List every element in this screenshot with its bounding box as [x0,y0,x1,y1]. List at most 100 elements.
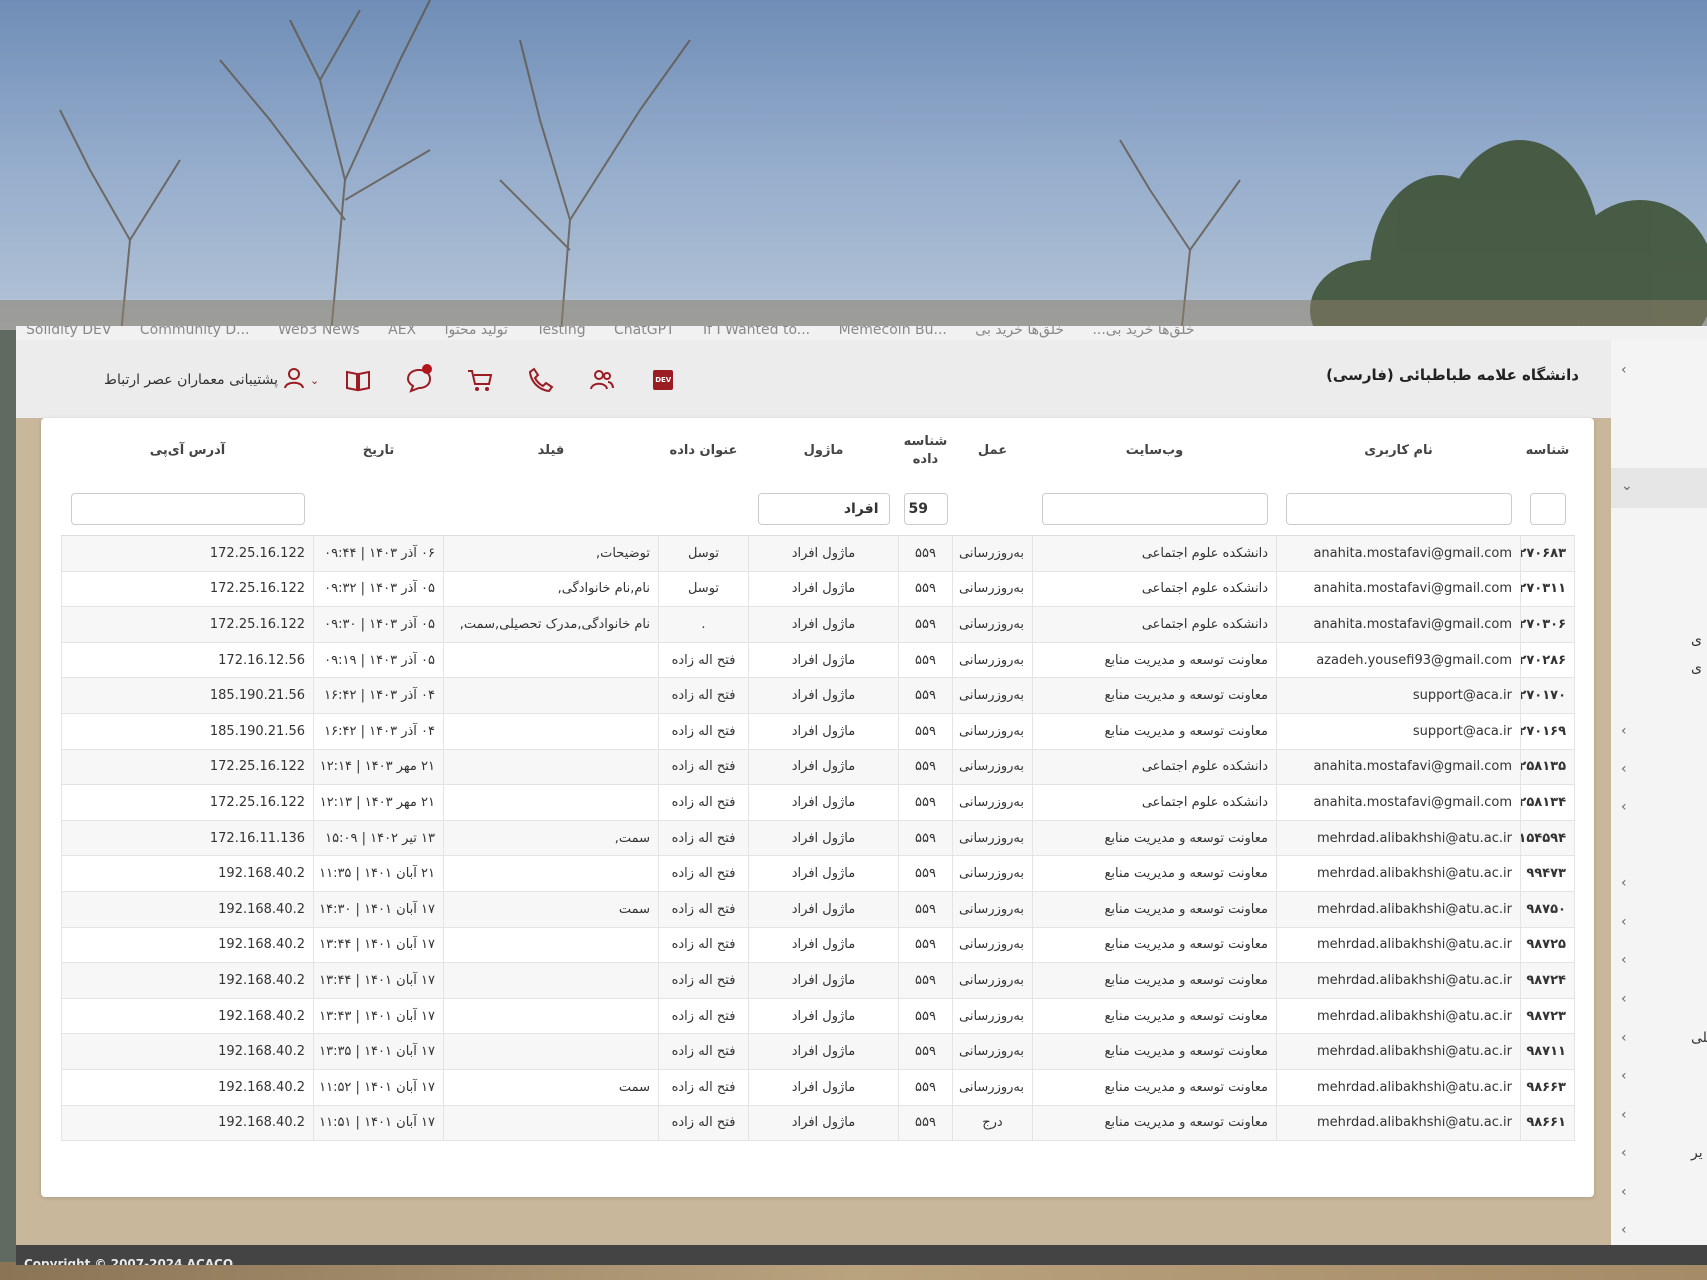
site-brand[interactable]: دانشگاه علامه طباطبائی (فارسی) [1326,366,1579,384]
sidenav-item-label[interactable]: یر [1691,1145,1703,1161]
bookmark-item[interactable]: If I Wanted to... [703,326,810,338]
user-menu[interactable]: پشتیبانی معماران عصر ارتباط ⌄ [104,367,319,393]
chat-icon[interactable] [402,363,436,397]
chevron-left-icon[interactable]: ‹ [1621,761,1627,777]
column-header-ip[interactable]: آدرس آی‌پی [62,418,314,483]
cell-action: به‌روزرسانی [952,855,1033,892]
table-row[interactable]: ۹۸۶۶۱ mehrdad.alibakhshi@atu.ac.ir معاونت … [61,1104,1575,1142]
cell-data-title: فتح اله زاده [658,784,749,821]
column-header-website[interactable]: وب‌سایت [1033,418,1277,483]
table-row[interactable]: ۹۸۷۱۱ mehrdad.alibakhshi@atu.ac.ir معاونت … [61,1033,1575,1070]
bookmark-item[interactable]: Testing [536,326,585,338]
background-left-strip [0,330,16,1265]
phone-icon[interactable] [524,363,558,397]
cell-date: ۱۷ آبان ۱۴۰۱ | ۱۳:۳۵ [313,1033,444,1070]
column-header-data-title[interactable]: عنوان داده [659,418,749,483]
table-row[interactable]: ۲۷۰۱۶۹ support@aca.ir معاونت توسعه و مدیری… [61,712,1575,750]
cell-data-title: فتح اله زاده [658,641,749,679]
filter-username-input[interactable] [1285,493,1512,525]
table-row[interactable]: ۹۸۷۲۵ mehrdad.alibakhshi@atu.ac.ir معاونت … [61,926,1575,964]
chevron-left-icon[interactable]: ‹ [1621,952,1627,968]
chevron-left-icon[interactable]: ‹ [1621,723,1627,739]
column-header-date[interactable]: تاریخ [314,418,444,483]
cell-username: anahita.mostafavi@gmail.com [1276,570,1521,608]
sidenav-selected-item[interactable]: ⌄ [1611,468,1707,508]
dev-icon[interactable]: DEV [646,363,680,397]
column-header-field[interactable]: فیلد [444,418,659,483]
cell-id: ۲۵۸۱۳۴ [1520,784,1575,821]
cell-action: درج [952,1104,1033,1142]
cell-action: به‌روزرسانی [952,1068,1033,1106]
table-row[interactable]: ۲۵۸۱۳۵ anahita.mostafavi@gmail.com دانشکده… [61,748,1575,786]
cell-website: دانشکده علوم اجتماعی [1032,570,1277,608]
table-row[interactable]: ۲۷۰۲۸۶ azadeh.yousefi93@gmail.com معاونت ت… [61,641,1575,679]
cell-username: mehrdad.alibakhshi@atu.ac.ir [1276,962,1521,999]
cell-action: به‌روزرسانی [952,997,1033,1035]
column-header-module[interactable]: ماژول [749,418,899,483]
cell-website: معاونت توسعه و مدیریت منابع [1032,855,1277,892]
bookmark-item[interactable]: تولید محتوا [445,326,508,338]
cell-ip: 192.168.40.2 [61,1104,314,1142]
chevron-left-icon[interactable]: ‹ [1621,1222,1627,1238]
cell-website: معاونت توسعه و مدیریت منابع [1032,926,1277,964]
cell-module: ماژول افراد [748,997,899,1035]
chevron-left-icon[interactable]: ‹ [1621,1107,1627,1123]
table-row[interactable]: ۹۸۷۵۰ mehrdad.alibakhshi@atu.ac.ir معاونت … [61,890,1575,928]
chevron-left-icon[interactable]: ‹ [1621,799,1627,815]
chevron-left-icon[interactable]: ‹ [1621,362,1627,378]
filter-module-input[interactable]: افراد [757,493,890,525]
bookmark-item[interactable]: Solidity DEV [26,326,111,338]
chevron-left-icon[interactable]: ‹ [1621,1030,1627,1046]
book-icon[interactable] [341,363,375,397]
bookmark-item[interactable]: Memecoin Bu... [839,326,947,338]
table-row[interactable]: ۲۷۰۳۱۱ anahita.mostafavi@gmail.com دانشکده… [61,570,1575,608]
bookmark-item[interactable]: Web3 News [278,326,360,338]
bookmark-item[interactable]: ChatGPT [614,326,675,338]
table-row[interactable]: ۲۵۸۱۳۴ anahita.mostafavi@gmail.com دانشکده… [61,784,1575,821]
cell-website: معاونت توسعه و مدیریت منابع [1032,962,1277,999]
chevron-left-icon[interactable]: ‹ [1621,875,1627,891]
table-row[interactable]: ۹۸۷۲۴ mehrdad.alibakhshi@atu.ac.ir معاونت … [61,962,1575,999]
cell-website: دانشکده علوم اجتماعی [1032,606,1277,643]
users-icon[interactable] [585,363,619,397]
cell-field [443,926,659,964]
cell-date: ۰۴ آذر ۱۴۰۳ | ۱۶:۴۲ [313,677,444,714]
table-row[interactable]: ۲۷۰۱۷۰ support@aca.ir معاونت توسعه و مدیری… [61,677,1575,714]
column-header-username[interactable]: نام کاربری [1277,418,1521,483]
bookmark-item[interactable]: AEX [388,326,416,338]
cell-ip: 172.25.16.122 [61,748,314,786]
cell-date: ۱۷ آبان ۱۴۰۱ | ۱۳:۴۴ [313,926,444,964]
cell-module: ماژول افراد [748,855,899,892]
table-row[interactable]: ۲۷۰۶۸۳ anahita.mostafavi@gmail.com دانشکده… [61,535,1575,572]
chevron-left-icon[interactable]: ‹ [1621,991,1627,1007]
bookmark-item[interactable]: خلق‌ها خرید بی [975,326,1064,338]
filter-data-id-input[interactable]: 59 [903,493,948,525]
table-row[interactable]: ۹۸۷۲۳ mehrdad.alibakhshi@atu.ac.ir معاونت … [61,997,1575,1035]
chevron-left-icon[interactable]: ‹ [1621,1068,1627,1084]
table-row[interactable]: ۱۵۴۵۹۴ mehrdad.alibakhshi@atu.ac.ir معاونت… [61,819,1575,857]
column-header-id[interactable]: شناسه [1521,418,1575,483]
cart-icon[interactable] [463,363,497,397]
cell-ip: 172.25.16.122 [61,570,314,608]
chevron-left-icon[interactable]: ‹ [1621,914,1627,930]
cell-field [443,997,659,1035]
sidenav-item-label[interactable]: صیلی [1691,1030,1707,1046]
filter-ip-input[interactable] [70,493,305,525]
filter-id-input[interactable] [1529,493,1566,525]
chevron-left-icon[interactable]: ‹ [1621,1145,1627,1161]
table-row[interactable]: ۲۷۰۳۰۶ anahita.mostafavi@gmail.com دانشکده… [61,606,1575,643]
table-row[interactable]: ۹۹۴۷۳ mehrdad.alibakhshi@atu.ac.ir معاونت … [61,855,1575,892]
bookmark-item[interactable]: Community D... [140,326,250,338]
cell-username: anahita.mostafavi@gmail.com [1276,748,1521,786]
column-header-data-id[interactable]: شناسه داده [899,418,953,483]
bookmark-item[interactable]: خلق‌ها خرید بی... [1092,326,1194,338]
column-header-action[interactable]: عمل [953,418,1033,483]
cell-website: معاونت توسعه و مدیریت منابع [1032,890,1277,928]
filter-website-input[interactable] [1041,493,1268,525]
audit-log-table: شناسه نام کاربری وب‌سایت عمل شناسه داده … [61,418,1575,1142]
table-row[interactable]: ۹۸۶۶۳ mehrdad.alibakhshi@atu.ac.ir معاونت … [61,1068,1575,1106]
sidenav-item-label[interactable]: ی [1691,632,1702,648]
sidenav-item-label[interactable]: ی [1691,660,1702,676]
cell-action: به‌روزرسانی [952,712,1033,750]
chevron-left-icon[interactable]: ‹ [1621,1184,1627,1200]
